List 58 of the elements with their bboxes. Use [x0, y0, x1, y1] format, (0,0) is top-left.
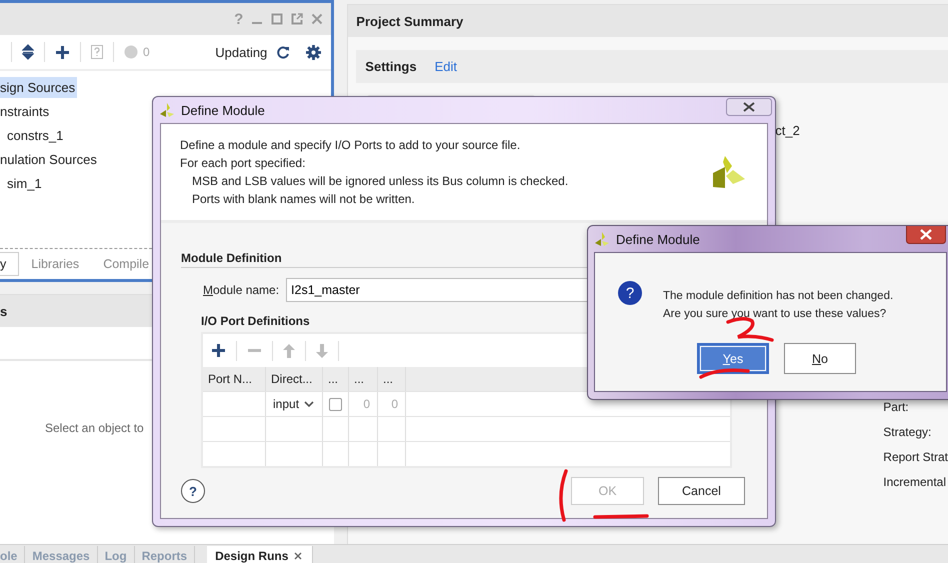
tree-item[interactable]: constrs_1 — [7, 124, 66, 146]
note-text: Ports with blank names will not be written. — [191, 191, 416, 208]
dialog-button[interactable]: Cancel — [658, 477, 745, 505]
bracket-mark — [559, 469, 568, 522]
logo-icon — [159, 102, 175, 118]
intro-text: Define a module and specify I/O Ports to add to your source file. — [180, 137, 522, 154]
section-title: I/O Port Definitions — [201, 313, 310, 330]
project-name-value: ct_2 — [775, 123, 800, 138]
property-label: Incremental — [883, 475, 947, 489]
close-icon[interactable] — [294, 552, 302, 560]
panel-tab[interactable]: y — [0, 252, 20, 276]
direction-dropdown[interactable]: input — [266, 397, 314, 411]
bottom-tab[interactable]: Design Runs — [207, 546, 314, 563]
help-button[interactable]: ? — [181, 479, 205, 503]
tree-item[interactable]: sign Sources — [0, 76, 78, 98]
add-icon[interactable] — [55, 44, 70, 60]
panel-tab[interactable]: Libraries — [19, 253, 92, 275]
expand-collapse-icon[interactable] — [22, 44, 34, 60]
window-title: Define Module — [181, 102, 265, 118]
question-icon: ? — [618, 281, 642, 305]
float-window-icon[interactable] — [291, 13, 304, 25]
maximize-icon[interactable] — [271, 13, 284, 25]
empty-hint: Select an object to — [45, 420, 144, 435]
bus-checkbox[interactable] — [329, 398, 342, 410]
property-label: Strategy: — [883, 425, 932, 439]
handwritten-digit-drawing — [726, 317, 774, 342]
window-title: Define Module — [616, 232, 700, 246]
tree-item[interactable]: nstraints — [0, 100, 52, 122]
issue-count: 0 — [143, 45, 150, 59]
message-text: Are you sure you want to use these values? — [663, 307, 888, 322]
property-label: Report Strat — [883, 450, 948, 464]
close-icon[interactable] — [906, 226, 946, 244]
dialog-button[interactable]: No — [784, 343, 856, 374]
underline-mark — [593, 514, 649, 519]
property-label: Part: — [883, 400, 910, 414]
tree-item[interactable]: sim_1 — [7, 172, 44, 194]
logo-icon — [713, 156, 745, 188]
edit-link[interactable]: Edit — [434, 59, 457, 74]
settings-icon[interactable] — [306, 44, 322, 60]
down-arrow-icon[interactable] — [316, 344, 328, 358]
intro-text: For each port specified: — [180, 155, 306, 172]
status-text: Updating — [215, 44, 268, 60]
field-label: Module name: — [203, 283, 280, 297]
panel-title: s — [0, 304, 8, 318]
dialog-button[interactable]: Yes — [697, 343, 769, 374]
document-question-icon[interactable] — [91, 45, 103, 59]
section-title: Settings — [365, 59, 417, 74]
note-text: MSB and LSB values will be ignored unless its Bus column is checked. — [191, 173, 570, 190]
panel-title: Project Summary — [356, 14, 464, 28]
status-dot-icon — [124, 45, 138, 59]
refresh-icon[interactable] — [277, 46, 290, 58]
underline-mark — [699, 368, 750, 379]
logo-icon — [594, 231, 610, 247]
chevron-down-icon — [304, 401, 314, 407]
close-icon[interactable] — [726, 98, 772, 116]
add-icon[interactable] — [211, 343, 226, 358]
tree-item[interactable]: nulation Sources — [0, 148, 99, 170]
up-arrow-icon[interactable] — [283, 344, 295, 358]
